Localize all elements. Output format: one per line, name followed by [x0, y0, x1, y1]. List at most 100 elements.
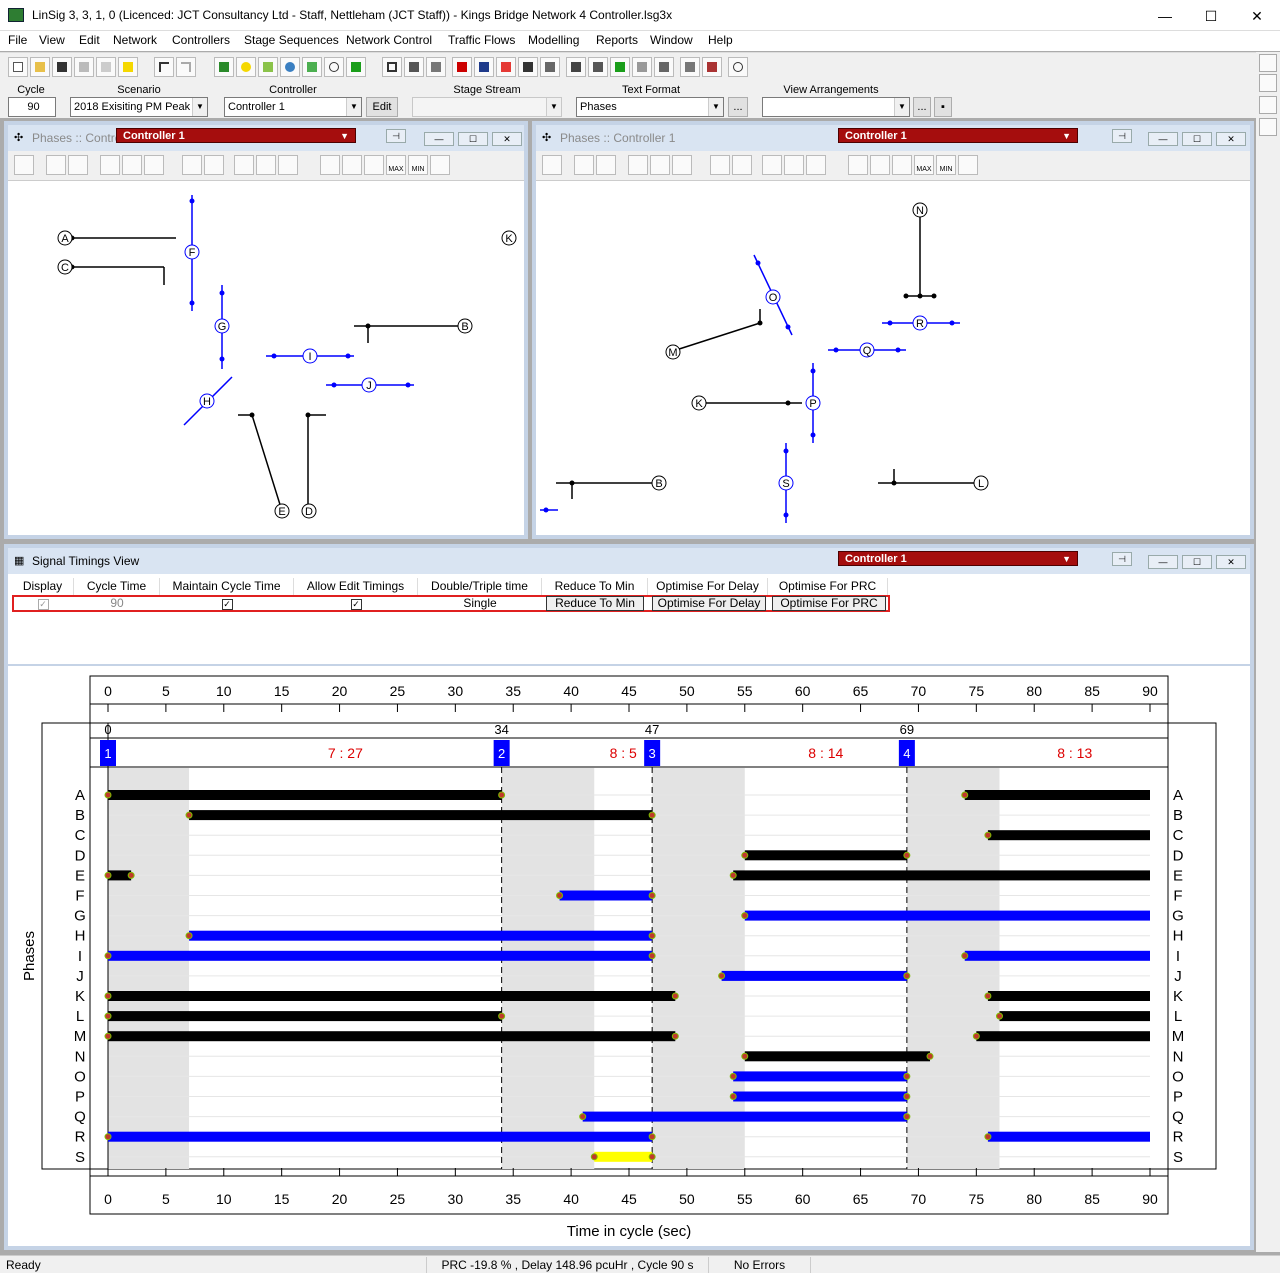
zoom-window-icon[interactable]: [958, 155, 978, 175]
allow-edit-checkbox[interactable]: ✓: [294, 595, 418, 612]
menu-traffic-flows[interactable]: Traffic Flows: [448, 33, 515, 47]
phases-side-icon[interactable]: [1259, 74, 1277, 92]
undo-icon[interactable]: [154, 57, 174, 77]
maintain-checkbox[interactable]: ✓: [160, 595, 294, 612]
globe-icon[interactable]: [324, 57, 344, 77]
menu-network-control[interactable]: Network Control: [346, 33, 432, 47]
stage-stream-select[interactable]: ▼: [412, 97, 562, 117]
zoom-max-icon[interactable]: MAX: [386, 155, 406, 175]
phase-label-b[interactable]: B: [655, 478, 662, 490]
warning-icon[interactable]: [496, 57, 516, 77]
close-button[interactable]: ✕: [1216, 555, 1246, 569]
copy-phase-icon[interactable]: [122, 155, 142, 175]
phase-label-q[interactable]: Q: [863, 345, 872, 357]
phase-label-p[interactable]: P: [809, 398, 816, 410]
minimize-button[interactable]: —: [1148, 132, 1178, 146]
signal-head-icon[interactable]: [182, 155, 202, 175]
zoom-fit-icon[interactable]: [848, 155, 868, 175]
menu-modelling[interactable]: Modelling: [528, 33, 579, 47]
print-icon[interactable]: [46, 155, 66, 175]
phase-label-b[interactable]: B: [461, 321, 468, 333]
area-chart-icon[interactable]: [610, 57, 630, 77]
zoom-max-icon[interactable]: MAX: [914, 155, 934, 175]
cycle-time-input[interactable]: 90: [8, 97, 56, 117]
scenario-select[interactable]: 2018 Exisiting PM Peak w ▼: [70, 97, 208, 117]
phase-label-o[interactable]: O: [769, 292, 778, 304]
menu-help[interactable]: Help: [708, 33, 733, 47]
signal-icon[interactable]: [452, 57, 472, 77]
open-folder-icon[interactable]: [30, 57, 50, 77]
double-triple-cell[interactable]: Single: [418, 595, 542, 612]
intergreen-icon[interactable]: [258, 57, 278, 77]
balance-icon[interactable]: [588, 57, 608, 77]
phase-diagram-canvas[interactable]: N O R M Q K P B S L: [536, 181, 1250, 535]
add-phase-icon[interactable]: [100, 155, 120, 175]
phase-label-k[interactable]: K: [695, 398, 703, 410]
menu-window[interactable]: Window: [650, 33, 693, 47]
controller-dropdown[interactable]: Controller 1 ▼: [116, 128, 356, 143]
close-button[interactable]: ✕: [492, 132, 522, 146]
document-icon[interactable]: [204, 155, 224, 175]
pin-icon[interactable]: ⊣: [386, 129, 406, 143]
report-icon[interactable]: [540, 57, 560, 77]
print-preview-icon[interactable]: [96, 57, 116, 77]
close-button[interactable]: ✕: [1216, 132, 1246, 146]
restore-button[interactable]: ☐: [1182, 555, 1212, 569]
phase-label-s[interactable]: S: [782, 478, 789, 490]
menu-file[interactable]: File: [8, 33, 27, 47]
run-icon[interactable]: [346, 57, 366, 77]
zoom-fit-icon[interactable]: [320, 155, 340, 175]
pin-icon[interactable]: ⊣: [1112, 129, 1132, 143]
phase-label-l[interactable]: L: [978, 478, 984, 490]
view-arrangements-more-button[interactable]: ...: [913, 97, 931, 117]
zoom-min-icon[interactable]: MIN: [408, 155, 428, 175]
restore-button[interactable]: ☐: [1182, 132, 1212, 146]
menu-view[interactable]: View: [39, 33, 65, 47]
controller-icon[interactable]: [542, 155, 562, 175]
pin-icon[interactable]: ⊣: [1112, 552, 1132, 566]
display-checkbox[interactable]: ✓: [12, 595, 74, 612]
reduce-to-min-button[interactable]: Reduce To Min: [546, 596, 644, 611]
save-arrangement-icon[interactable]: ▪: [934, 97, 952, 117]
remove-notes-icon[interactable]: [806, 155, 826, 175]
controller-edit-button[interactable]: Edit: [366, 97, 398, 117]
menu-stage-sequences[interactable]: Stage Sequences: [244, 33, 339, 47]
text-format-more-button[interactable]: ...: [728, 97, 748, 117]
controller-dropdown[interactable]: Controller 1 ▼: [838, 128, 1078, 143]
zoom-min-icon[interactable]: MIN: [936, 155, 956, 175]
text-format-select[interactable]: Phases ▼: [576, 97, 724, 117]
zoom-in-icon[interactable]: [870, 155, 890, 175]
timings-side-icon[interactable]: [1259, 96, 1277, 114]
network-icon[interactable]: [280, 57, 300, 77]
phase-label-n[interactable]: N: [916, 205, 924, 217]
phase-label-i[interactable]: I: [308, 351, 311, 363]
print-preview-icon[interactable]: [68, 155, 88, 175]
help-icon[interactable]: [118, 57, 138, 77]
minimize-button[interactable]: —: [1142, 4, 1188, 28]
new-file-icon[interactable]: [8, 57, 28, 77]
columns-icon[interactable]: [654, 57, 674, 77]
zoom-out-icon[interactable]: [892, 155, 912, 175]
restore-button[interactable]: ☐: [458, 132, 488, 146]
table-icon[interactable]: [566, 57, 586, 77]
maximize-button[interactable]: ☐: [1188, 4, 1234, 28]
optimise-prc-button[interactable]: Optimise For PRC: [772, 596, 886, 611]
phase-label-j[interactable]: J: [366, 380, 372, 392]
phase-label-g[interactable]: G: [218, 321, 227, 333]
menu-reports[interactable]: Reports: [596, 33, 638, 47]
minimize-button[interactable]: —: [424, 132, 454, 146]
phase-label-h[interactable]: H: [203, 396, 211, 408]
controller-icon[interactable]: [14, 155, 34, 175]
signal-head-icon[interactable]: [710, 155, 730, 175]
view-arrangements-select[interactable]: ▼: [762, 97, 910, 117]
phase-label-f[interactable]: F: [189, 247, 196, 259]
print-icon[interactable]: [74, 57, 94, 77]
grid-icon[interactable]: [426, 57, 446, 77]
pan2-side-icon[interactable]: [1259, 118, 1277, 136]
menu-network[interactable]: Network: [113, 33, 157, 47]
notes-icon[interactable]: [256, 155, 276, 175]
document-icon[interactable]: [732, 155, 752, 175]
phase-label-e[interactable]: E: [278, 506, 285, 518]
close-button[interactable]: ✕: [1234, 4, 1280, 28]
print-preview-icon[interactable]: [596, 155, 616, 175]
